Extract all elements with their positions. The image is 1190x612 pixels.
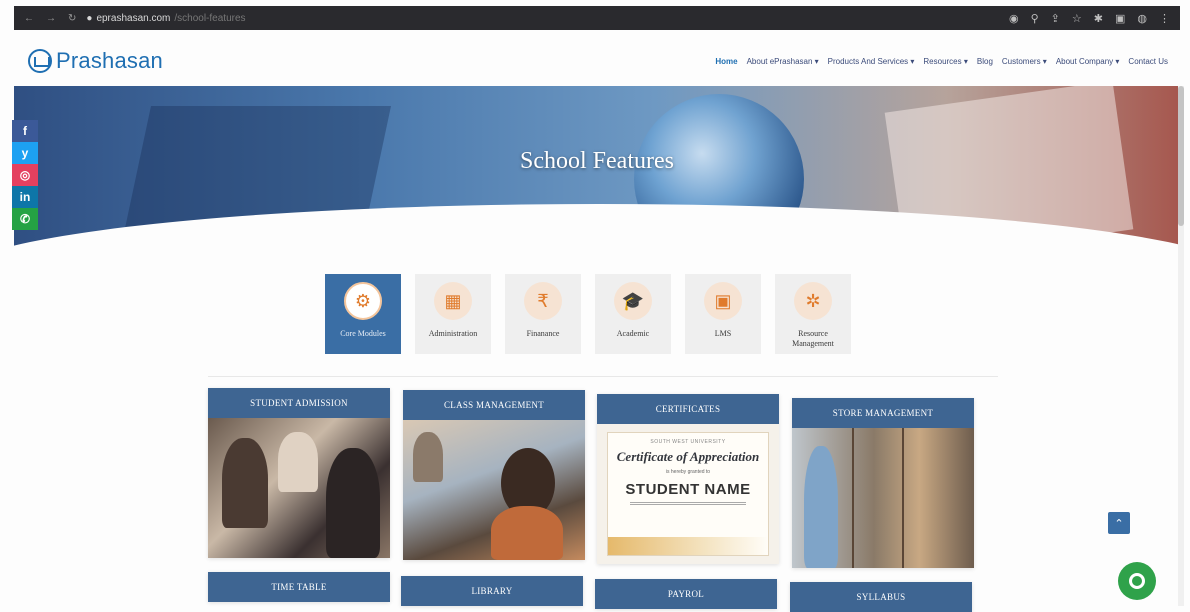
store-image	[792, 428, 974, 568]
browser-toolbar: ← → ↻ ● eprashasan.com/school-features ◉…	[14, 6, 1180, 30]
feature-card-time-table[interactable]: Time Table	[208, 572, 390, 602]
twitter-icon[interactable]: y	[12, 142, 38, 164]
zoom-icon[interactable]: ⚲	[1031, 12, 1039, 25]
page: ← → ↻ ● eprashasan.com/school-features ◉…	[0, 0, 1190, 612]
admin-icon: ▦	[434, 282, 472, 320]
nav-item-1[interactable]: About ePrashasan ▾	[747, 57, 819, 66]
feature-card-payrol[interactable]: Payrol	[595, 579, 777, 609]
category-tab-4[interactable]: ▣ LMS	[685, 274, 761, 354]
chevron-up-icon: ⌃	[1114, 517, 1124, 530]
puzzle-icon[interactable]: ✱	[1094, 12, 1103, 25]
nav-item-7[interactable]: Contact Us	[1128, 57, 1168, 66]
certificate-university: SOUTH WEST UNIVERSITY	[650, 439, 726, 445]
category-label: LMS	[714, 329, 732, 338]
certificate-name: STUDENT NAME	[625, 481, 751, 498]
nav-item-2[interactable]: Products And Services ▾	[828, 57, 915, 66]
hero-banner: School Features	[14, 86, 1180, 254]
share-icon[interactable]: ⇪	[1051, 12, 1060, 25]
certificate-image: SOUTH WEST UNIVERSITY Certificate of App…	[597, 424, 779, 564]
category-tab-1[interactable]: ▦ Administration	[415, 274, 491, 354]
feature-card-student-admission[interactable]: Student Admission	[208, 388, 390, 558]
site-header: Prashasan Home About ePrashasan ▾ Products…	[14, 38, 1180, 84]
finance-icon: ₹	[524, 282, 562, 320]
forward-icon[interactable]: →	[46, 13, 56, 24]
scroll-to-top-button[interactable]: ⌃	[1108, 512, 1130, 534]
category-tab-0[interactable]: ⚙ Core Modules	[325, 274, 401, 354]
feature-card-title: Store Management	[792, 398, 974, 428]
nav-item-3[interactable]: Resources ▾	[923, 57, 967, 66]
main-nav: Home About ePrashasan ▾ Products And Servi…	[715, 57, 1168, 66]
category-tab-2[interactable]: ₹ Finanance	[505, 274, 581, 354]
classroom-image	[403, 420, 585, 560]
category-tabs: ⚙ Core Modules ▦ Administration ₹ Finanance 🎓 A…	[325, 274, 851, 354]
lock-icon: ●	[86, 12, 93, 24]
lms-icon: ▣	[704, 282, 742, 320]
category-label: Core Modules	[340, 329, 386, 338]
nav-item-6[interactable]: About Company ▾	[1056, 57, 1120, 66]
feature-card-store-management[interactable]: Store Management	[792, 398, 974, 568]
certificate-subtitle: is hereby granted to	[665, 469, 711, 475]
extension-icon[interactable]: ◉	[1009, 12, 1019, 25]
feature-card-certificates[interactable]: Certificates SOUTH WEST UNIVERSITY Certi…	[597, 394, 779, 564]
feature-card-class-management[interactable]: Class Management	[403, 390, 585, 560]
certificate: SOUTH WEST UNIVERSITY Certificate of App…	[607, 432, 769, 556]
feature-card-title: Certificates	[597, 394, 779, 424]
chat-icon	[1129, 573, 1145, 589]
nav-item-0[interactable]: Home	[715, 57, 737, 66]
logo-icon	[28, 49, 52, 73]
address-bar[interactable]: ● eprashasan.com/school-features	[86, 13, 245, 24]
feature-card-syllabus[interactable]: Syllabus	[790, 582, 972, 612]
menu-dots-icon[interactable]: ⋮	[1159, 12, 1170, 25]
url-domain: eprashasan.com	[96, 12, 171, 24]
profile-icon[interactable]: ◍	[1137, 12, 1147, 25]
sidepanel-icon[interactable]: ▣	[1115, 12, 1125, 25]
gear-icon: ⚙	[344, 282, 382, 320]
social-bar: f y ◎ in ✆	[12, 120, 38, 230]
divider	[208, 376, 998, 377]
reload-icon[interactable]: ↻	[68, 13, 76, 24]
bookmark-star-icon[interactable]: ☆	[1072, 12, 1082, 25]
certificate-title: Certificate of Appreciation	[616, 449, 760, 464]
certificate-ribbon	[608, 537, 768, 555]
category-tab-3[interactable]: 🎓 Academic	[595, 274, 671, 354]
category-label: Academic	[616, 329, 650, 338]
page-title: School Features	[520, 148, 674, 174]
category-tab-5[interactable]: ✲ Resource Management	[775, 274, 851, 354]
chat-button[interactable]	[1118, 562, 1156, 600]
nav-item-5[interactable]: Customers ▾	[1002, 57, 1047, 66]
nav-item-4[interactable]: Blog	[977, 57, 993, 66]
site-logo[interactable]: Prashasan	[28, 48, 163, 74]
category-label: Resource Management	[792, 329, 834, 349]
certificate-text-lines	[630, 502, 746, 505]
students-image	[208, 418, 390, 558]
graduation-cap-icon: 🎓	[614, 282, 652, 320]
category-label: Finanance	[526, 329, 560, 338]
page-scrollbar[interactable]	[1178, 86, 1184, 606]
whatsapp-icon[interactable]: ✆	[12, 208, 38, 230]
logo-text: Prashasan	[56, 48, 163, 73]
category-label: Administration	[428, 329, 478, 338]
instagram-icon[interactable]: ◎	[12, 164, 38, 186]
linkedin-icon[interactable]: in	[12, 186, 38, 208]
feature-card-title: Class Management	[403, 390, 585, 420]
feature-card-library[interactable]: Library	[401, 576, 583, 606]
back-icon[interactable]: ←	[24, 13, 34, 24]
scrollbar-thumb[interactable]	[1178, 86, 1184, 226]
resource-icon: ✲	[794, 282, 832, 320]
facebook-icon[interactable]: f	[12, 120, 38, 142]
url-path: /school-features	[174, 12, 246, 24]
feature-card-title: Student Admission	[208, 388, 390, 418]
